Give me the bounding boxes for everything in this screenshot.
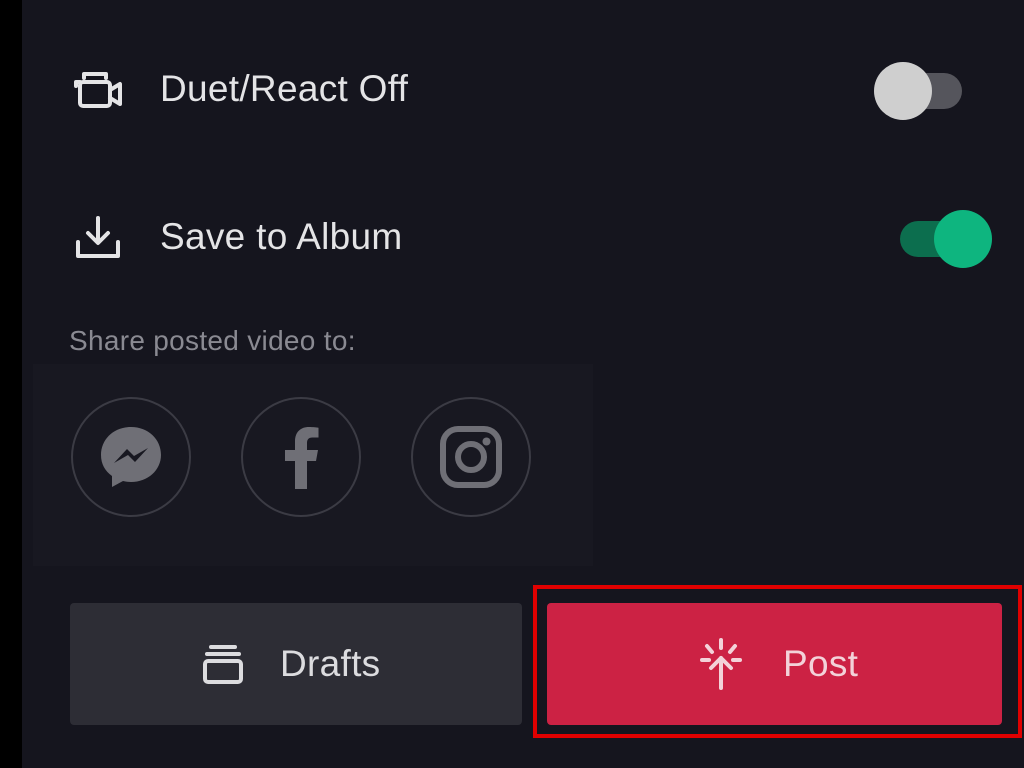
duet-react-toggle-knob (874, 62, 932, 120)
instagram-icon (440, 426, 502, 488)
duet-react-setting-row: Duet/React Off (22, 40, 1024, 140)
duet-camera-icon (72, 66, 124, 114)
share-instagram-button[interactable] (411, 397, 531, 517)
drafts-button-content: Drafts (202, 603, 380, 725)
share-facebook-button[interactable] (241, 397, 361, 517)
duet-react-toggle[interactable] (874, 62, 974, 120)
left-edge (0, 0, 22, 768)
save-to-album-label: Save to Album (160, 216, 403, 257)
save-to-album-toggle[interactable] (894, 210, 994, 268)
post-arrow-icon (700, 638, 742, 690)
duet-react-label: Duet/React Off (160, 68, 409, 109)
post-button[interactable]: Post (547, 603, 1002, 725)
facebook-icon (285, 427, 319, 489)
drafts-button-label: Drafts (280, 643, 381, 684)
post-settings-screen: Duet/React Off Save to Album Share poste… (22, 0, 1024, 768)
share-messenger-button[interactable] (71, 397, 191, 517)
post-button-content: Post (699, 603, 858, 725)
download-icon (72, 214, 124, 262)
messenger-icon (101, 427, 161, 487)
save-to-album-toggle-knob (934, 210, 992, 268)
drafts-button[interactable]: Drafts (70, 603, 522, 725)
save-to-album-setting-row: Save to Album (22, 188, 1024, 288)
drafts-icon (203, 645, 243, 684)
share-targets-panel (33, 364, 593, 566)
post-button-label: Post (783, 643, 859, 684)
share-section-label: Share posted video to: (69, 325, 356, 356)
